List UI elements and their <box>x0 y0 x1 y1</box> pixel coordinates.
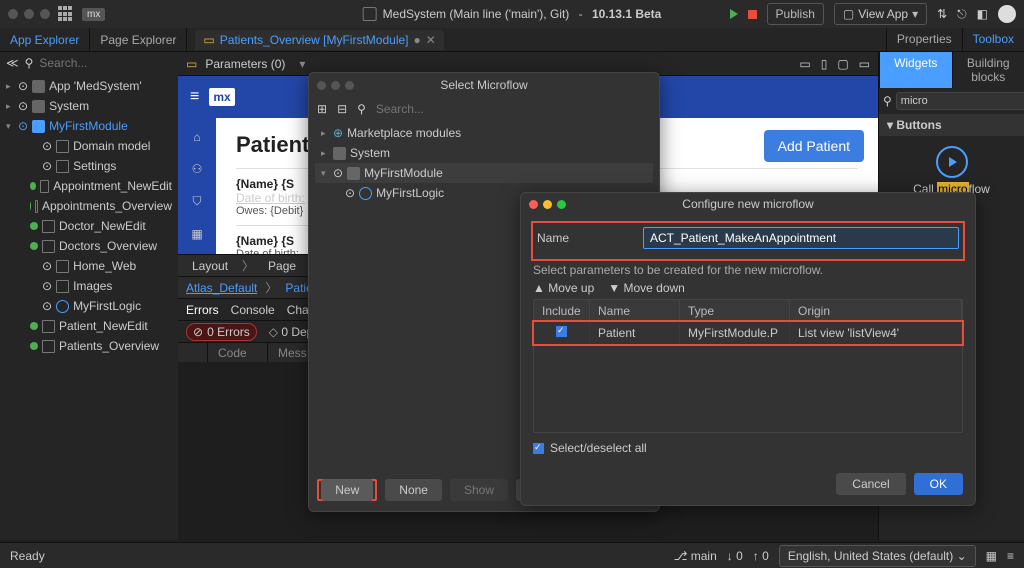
view-app-button[interactable]: ▢ View App ▾ <box>834 3 927 25</box>
tree-domain-model[interactable]: ⊙Domain model <box>0 136 178 156</box>
tab-properties[interactable]: Properties <box>886 28 962 51</box>
users-icon[interactable]: ⚇ <box>192 162 203 176</box>
tree-system[interactable]: ▸⊙System <box>0 96 178 116</box>
select-all-checkbox[interactable] <box>533 443 544 454</box>
stop-icon[interactable] <box>748 10 757 19</box>
tab-errors[interactable]: Errors <box>186 303 219 317</box>
tree-item[interactable]: ⊙Home_Web <box>0 256 178 276</box>
none-button[interactable]: None <box>385 479 442 501</box>
parameters-table: Include Name Type Origin Patient MyFirst… <box>533 299 963 433</box>
search-icon: ⚲ <box>25 56 34 70</box>
tab-building-blocks[interactable]: Building blocks <box>952 52 1024 88</box>
app-explorer-panel: ≪ ⚲ ▸⊙App 'MedSystem' ▸⊙System ▾⊙MyFirst… <box>0 52 178 540</box>
tree-marketplace[interactable]: ▸⊕Marketplace modules <box>315 123 653 143</box>
microflow-name-input[interactable] <box>643 227 959 249</box>
collapse-icon[interactable]: ⊟ <box>337 102 347 116</box>
project-tree: ▸⊙App 'MedSystem' ▸⊙System ▾⊙MyFirstModu… <box>0 74 178 358</box>
page-sidebar: ⌂ ⚇ ⛉ ▦ <box>178 118 216 254</box>
list-icon[interactable]: ≡ <box>1007 549 1014 563</box>
top-tabbar: App Explorer Page Explorer ▭ Patients_Ov… <box>0 28 1024 52</box>
tab-page-explorer[interactable]: Page Explorer <box>90 28 187 51</box>
include-checkbox[interactable] <box>556 326 567 337</box>
tree-item[interactable]: Patients_Overview <box>0 336 178 356</box>
expand-icon[interactable]: ⊞ <box>317 102 327 116</box>
doc-icon <box>363 7 377 21</box>
tree-item[interactable]: Doctors_Overview <box>0 236 178 256</box>
tree-item[interactable]: Appointments_Overview <box>0 196 178 216</box>
tree-module[interactable]: ▾⊙MyFirstModule <box>0 116 178 136</box>
tree-settings[interactable]: ⊙Settings <box>0 156 178 176</box>
window-controls[interactable] <box>529 200 566 209</box>
device-icon[interactable]: ▯ <box>821 57 828 71</box>
name-label: Name <box>537 231 633 245</box>
move-down-button: ▼ Move down <box>608 281 685 295</box>
branch-indicator[interactable]: ⎇ main <box>674 549 717 563</box>
home-icon[interactable]: ⌂ <box>193 130 200 144</box>
window-controls[interactable] <box>8 9 50 19</box>
language-select[interactable]: English, United States (default) ⌄ <box>779 545 976 567</box>
dialog-title: Configure new microflow <box>682 197 813 211</box>
tree-item[interactable]: Appointment_NewEdit <box>0 176 178 196</box>
microflow-search[interactable] <box>376 102 651 116</box>
hamburger-icon[interactable]: ≡ <box>190 88 199 106</box>
status-bar: Ready ⎇ main ↓ 0 ↑ 0 English, United Sta… <box>0 542 1024 568</box>
search-icon: ⚲ <box>883 94 892 108</box>
tree-item[interactable]: ⊙Images <box>0 276 178 296</box>
search-icon: ⚲ <box>357 102 366 116</box>
tree-app[interactable]: ▸⊙App 'MedSystem' <box>0 76 178 96</box>
error-badge[interactable]: ⊘ 0 Errors <box>186 323 257 341</box>
tree-module[interactable]: ▾⊙MyFirstModule <box>315 163 653 183</box>
play-icon <box>936 146 968 178</box>
tab-app-explorer[interactable]: App Explorer <box>0 28 90 51</box>
titlebar: mx MedSystem (Main line ('main'), Git) -… <box>0 0 1024 28</box>
device-icon[interactable]: ▭ <box>859 57 870 71</box>
tree-item[interactable]: ⊙MyFirstLogic <box>0 296 178 316</box>
add-patient-button[interactable]: Add Patient <box>764 130 864 162</box>
atlas-link[interactable]: Atlas_Default <box>186 281 257 295</box>
tree-system[interactable]: ▸System <box>315 143 653 163</box>
calendar-icon[interactable]: ▦ <box>191 227 202 241</box>
tab-console[interactable]: Console <box>231 303 275 317</box>
search-input[interactable] <box>39 56 194 70</box>
run-icon[interactable] <box>730 9 738 19</box>
mx-logo: mx <box>209 88 234 106</box>
window-controls[interactable] <box>317 81 354 90</box>
collapse-icon[interactable]: ≪ <box>6 56 19 70</box>
grid-icon[interactable]: ▦ <box>986 549 997 563</box>
cart-icon[interactable]: ⎋ <box>957 7 967 22</box>
status-ready: Ready <box>10 549 45 563</box>
publish-button[interactable]: Publish <box>767 3 824 25</box>
mx-badge: mx <box>82 8 105 21</box>
tree-item[interactable]: Patient_NewEdit <box>0 316 178 336</box>
page-icon: ▭ <box>203 33 214 47</box>
tab-widgets[interactable]: Widgets <box>879 52 952 88</box>
shield-icon[interactable]: ⛉ <box>192 194 201 209</box>
app-title: MedSystem (Main line ('main'), Git) - 10… <box>363 7 662 21</box>
configure-microflow-dialog: Configure new microflow Name Select para… <box>520 192 976 506</box>
new-button[interactable]: New <box>321 479 373 501</box>
table-row[interactable]: Patient MyFirstModule.P List view 'listV… <box>534 322 962 344</box>
tab-toolbox[interactable]: Toolbox <box>962 28 1024 51</box>
section-buttons: ▾ Buttons <box>879 114 1024 136</box>
move-up-button: ▲ Move up <box>533 281 594 295</box>
show-button: Show <box>450 479 508 501</box>
dialog-title: Select Microflow <box>440 78 527 92</box>
cancel-button[interactable]: Cancel <box>836 473 905 495</box>
toolbox-search[interactable] <box>896 92 1024 110</box>
tree-item[interactable]: Doctor_NewEdit <box>0 216 178 236</box>
document-tab[interactable]: ▭ Patients_Overview [MyFirstModule] ● ✕ <box>195 30 443 50</box>
close-icon[interactable]: ✕ <box>426 33 436 47</box>
cloud-icon[interactable]: ⇅ <box>937 7 947 21</box>
apps-icon[interactable] <box>58 6 74 22</box>
bell-icon[interactable]: ◧ <box>977 7 988 21</box>
hint-text: Select parameters to be created for the … <box>533 263 963 277</box>
device-icon[interactable]: ▢ <box>837 57 848 71</box>
device-icon[interactable]: ▭ <box>799 57 810 71</box>
ok-button[interactable]: OK <box>914 473 963 495</box>
avatar[interactable] <box>998 5 1016 23</box>
